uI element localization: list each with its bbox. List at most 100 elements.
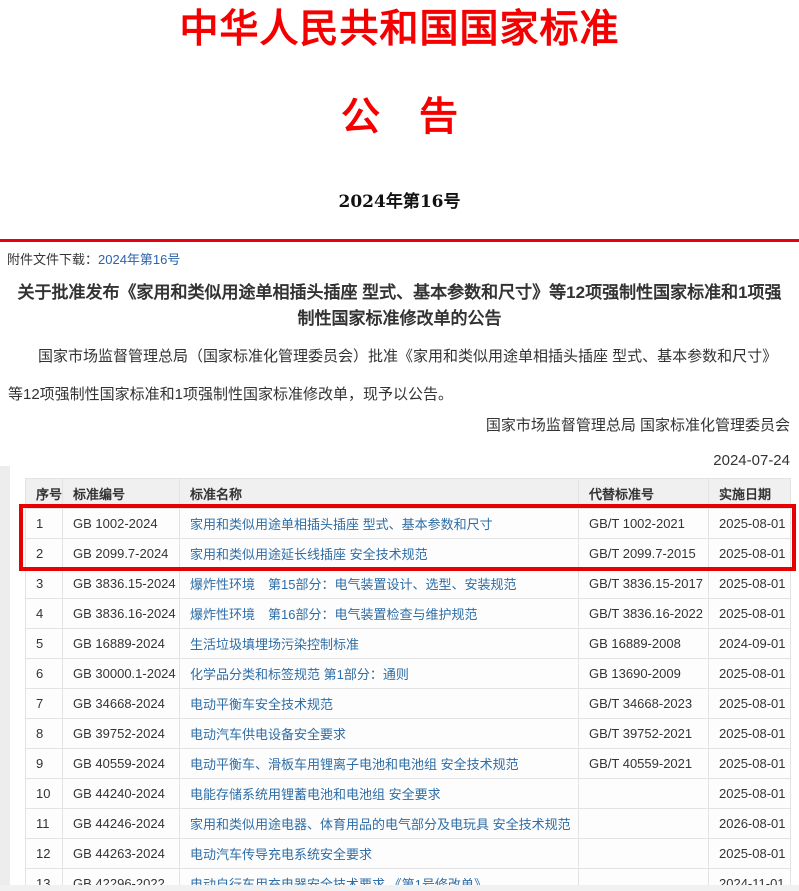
- attachment-label: 附件文件下载：: [7, 252, 98, 267]
- cell-row-index: 4: [26, 598, 63, 628]
- standard-name-link[interactable]: 爆炸性环境 第15部分：电气装置设计、选型、安装规范: [190, 577, 516, 592]
- cell-implementation-date: 2025-08-01: [709, 598, 791, 628]
- table-row: 4GB 3836.16-2024 爆炸性环境 第16部分：电气装置检查与维护规范 G…: [26, 598, 791, 628]
- cell-row-index: 1: [26, 508, 63, 538]
- cell-replaced-standard: [579, 778, 709, 808]
- attachment-download-line: 附件文件下载：2024年第16号: [0, 242, 799, 268]
- cell-replaced-standard: GB/T 3836.15-2017: [579, 568, 709, 598]
- cell-row-index: 12: [26, 838, 63, 868]
- cell-row-index: 7: [26, 688, 63, 718]
- horizontal-scrollbar[interactable]: [0, 885, 799, 891]
- table-row: 5GB 16889-2024 生活垃圾填埋场污染控制标准 GB 16889-2008…: [26, 628, 791, 658]
- cell-standard-code: GB 3836.16-2024: [63, 598, 180, 628]
- cell-row-index: 2: [26, 538, 63, 568]
- table-row: 10GB 44240-2024 电能存储系统用锂蓄电池和电池组 安全要求 2025-…: [26, 778, 791, 808]
- cell-replaced-standard: GB/T 34668-2023: [579, 688, 709, 718]
- cell-replaced-standard: GB 13690-2009: [579, 658, 709, 688]
- announcement-heading: 关于批准发布《家用和类似用途单相插头插座 型式、基本参数和尺寸》等12项强制性国…: [10, 280, 789, 332]
- standards-table-container: 序号 标准编号 标准名称 代替标准号 实施日期 1GB 1002-2024家用和…: [25, 478, 790, 891]
- table-row: 12GB 44263-2024 电动汽车传导充电系统安全要求 2025-08-01: [26, 838, 791, 868]
- cell-row-index: 8: [26, 718, 63, 748]
- cell-standard-name: 家用和类似用途电器、体育用品的电气部分及电玩具 安全技术规范: [180, 808, 579, 838]
- document-number: 2024年第16号: [0, 187, 799, 212]
- announcement-page: 中华人民共和国国家标准 公 告 2024年第16号 附件文件下载：2024年第1…: [0, 0, 799, 891]
- cell-implementation-date: 2025-08-01: [709, 538, 791, 568]
- cell-replaced-standard: GB 16889-2008: [579, 628, 709, 658]
- document-header: 中华人民共和国国家标准 公 告 2024年第16号: [0, 0, 799, 212]
- standard-name-link[interactable]: 爆炸性环境 第16部分：电气装置检查与维护规范: [190, 607, 477, 622]
- cell-standard-name: 爆炸性环境 第15部分：电气装置设计、选型、安装规范: [180, 568, 579, 598]
- cell-standard-code: GB 44240-2024: [63, 778, 180, 808]
- cell-replaced-standard: GB/T 2099.7-2015: [579, 538, 709, 568]
- cell-standard-name: 电动汽车供电设备安全要求: [180, 718, 579, 748]
- issuing-authority-signature: 国家市场监督管理总局 国家标准化管理委员会: [0, 414, 799, 435]
- announcement-body: 国家市场监督管理总局（国家标准化管理委员会）批准《家用和类似用途单相插头插座 型…: [8, 338, 790, 414]
- cell-implementation-date: 2025-08-01: [709, 838, 791, 868]
- cell-standard-code: GB 44263-2024: [63, 838, 180, 868]
- column-header-name: 标准名称: [180, 478, 579, 508]
- cell-replaced-standard: [579, 838, 709, 868]
- cell-standard-code: GB 40559-2024: [63, 748, 180, 778]
- cell-replaced-standard: GB/T 3836.16-2022: [579, 598, 709, 628]
- cell-standard-name: 电动平衡车、滑板车用锂离子电池和电池组 安全技术规范: [180, 748, 579, 778]
- standards-table: 序号 标准编号 标准名称 代替标准号 实施日期 1GB 1002-2024家用和…: [25, 478, 791, 891]
- cell-standard-name: 家用和类似用途延长线插座 安全技术规范: [180, 538, 579, 568]
- cell-row-index: 3: [26, 568, 63, 598]
- cell-row-index: 9: [26, 748, 63, 778]
- cell-standard-code: GB 44246-2024: [63, 808, 180, 838]
- cell-implementation-date: 2025-08-01: [709, 688, 791, 718]
- cell-standard-name: 电动平衡车安全技术规范: [180, 688, 579, 718]
- cell-implementation-date: 2025-08-01: [709, 718, 791, 748]
- cell-standard-code: GB 39752-2024: [63, 718, 180, 748]
- standard-name-link[interactable]: 电动平衡车、滑板车用锂离子电池和电池组 安全技术规范: [190, 757, 519, 772]
- cell-implementation-date: 2026-08-01: [709, 808, 791, 838]
- cell-standard-name: 电能存储系统用锂蓄电池和电池组 安全要求: [180, 778, 579, 808]
- standard-name-link[interactable]: 家用和类似用途延长线插座 安全技术规范: [190, 547, 428, 562]
- standard-name-link[interactable]: 化学品分类和标签规范 第1部分：通则: [190, 667, 409, 682]
- standards-table-body: 1GB 1002-2024 家用和类似用途单相插头插座 型式、基本参数和尺寸 GB/…: [26, 508, 791, 891]
- cell-standard-code: GB 34668-2024: [63, 688, 180, 718]
- cell-standard-code: GB 1002-2024: [63, 508, 180, 538]
- table-row: 11GB 44246-2024 家用和类似用途电器、体育用品的电气部分及电玩具 安…: [26, 808, 791, 838]
- standard-name-link[interactable]: 电动汽车供电设备安全要求: [190, 727, 346, 742]
- cell-standard-code: GB 2099.7-2024: [63, 538, 180, 568]
- cell-standard-name: 家用和类似用途单相插头插座 型式、基本参数和尺寸: [180, 508, 579, 538]
- cell-implementation-date: 2025-08-01: [709, 658, 791, 688]
- standard-name-link[interactable]: 电动汽车传导充电系统安全要求: [190, 847, 372, 862]
- cell-standard-name: 爆炸性环境 第16部分：电气装置检查与维护规范: [180, 598, 579, 628]
- cell-standard-name: 生活垃圾填埋场污染控制标准: [180, 628, 579, 658]
- cell-standard-name: 电动汽车传导充电系统安全要求: [180, 838, 579, 868]
- cell-implementation-date: 2024-09-01: [709, 628, 791, 658]
- cell-implementation-date: 2025-08-01: [709, 508, 791, 538]
- cell-implementation-date: 2025-08-01: [709, 778, 791, 808]
- standard-name-link[interactable]: 家用和类似用途单相插头插座 型式、基本参数和尺寸: [190, 517, 493, 532]
- announcement-date: 2024-07-24: [0, 452, 799, 469]
- column-header-code: 标准编号: [63, 478, 180, 508]
- cell-replaced-standard: GB/T 40559-2021: [579, 748, 709, 778]
- cell-implementation-date: 2025-08-01: [709, 748, 791, 778]
- table-row: 3GB 3836.15-2024 爆炸性环境 第15部分：电气装置设计、选型、安装…: [26, 568, 791, 598]
- cell-replaced-standard: [579, 808, 709, 838]
- table-row: 9GB 40559-2024 电动平衡车、滑板车用锂离子电池和电池组 安全技术规范…: [26, 748, 791, 778]
- standard-name-link[interactable]: 电能存储系统用锂蓄电池和电池组 安全要求: [190, 787, 441, 802]
- standard-name-link[interactable]: 生活垃圾填埋场污染控制标准: [190, 637, 359, 652]
- cell-implementation-date: 2025-08-01: [709, 568, 791, 598]
- table-row: 2GB 2099.7-2024 家用和类似用途延长线插座 安全技术规范 GB/T 2…: [26, 538, 791, 568]
- cell-standard-name: 化学品分类和标签规范 第1部分：通则: [180, 658, 579, 688]
- cell-standard-code: GB 3836.15-2024: [63, 568, 180, 598]
- cell-replaced-standard: GB/T 39752-2021: [579, 718, 709, 748]
- column-header-replaces: 代替标准号: [579, 478, 709, 508]
- cell-standard-code: GB 30000.1-2024: [63, 658, 180, 688]
- cell-replaced-standard: GB/T 1002-2021: [579, 508, 709, 538]
- table-row: 8GB 39752-2024 电动汽车供电设备安全要求 GB/T 39752-202…: [26, 718, 791, 748]
- standard-name-link[interactable]: 家用和类似用途电器、体育用品的电气部分及电玩具 安全技术规范: [190, 817, 571, 832]
- attachment-download-link[interactable]: 2024年第16号: [98, 252, 180, 267]
- standard-name-link[interactable]: 电动平衡车安全技术规范: [190, 697, 333, 712]
- cell-standard-code: GB 16889-2024: [63, 628, 180, 658]
- cell-row-index: 10: [26, 778, 63, 808]
- column-header-index: 序号: [26, 478, 63, 508]
- cell-row-index: 11: [26, 808, 63, 838]
- page-subtitle: 公 告: [0, 94, 799, 141]
- cell-row-index: 5: [26, 628, 63, 658]
- page-left-gutter: [0, 466, 10, 891]
